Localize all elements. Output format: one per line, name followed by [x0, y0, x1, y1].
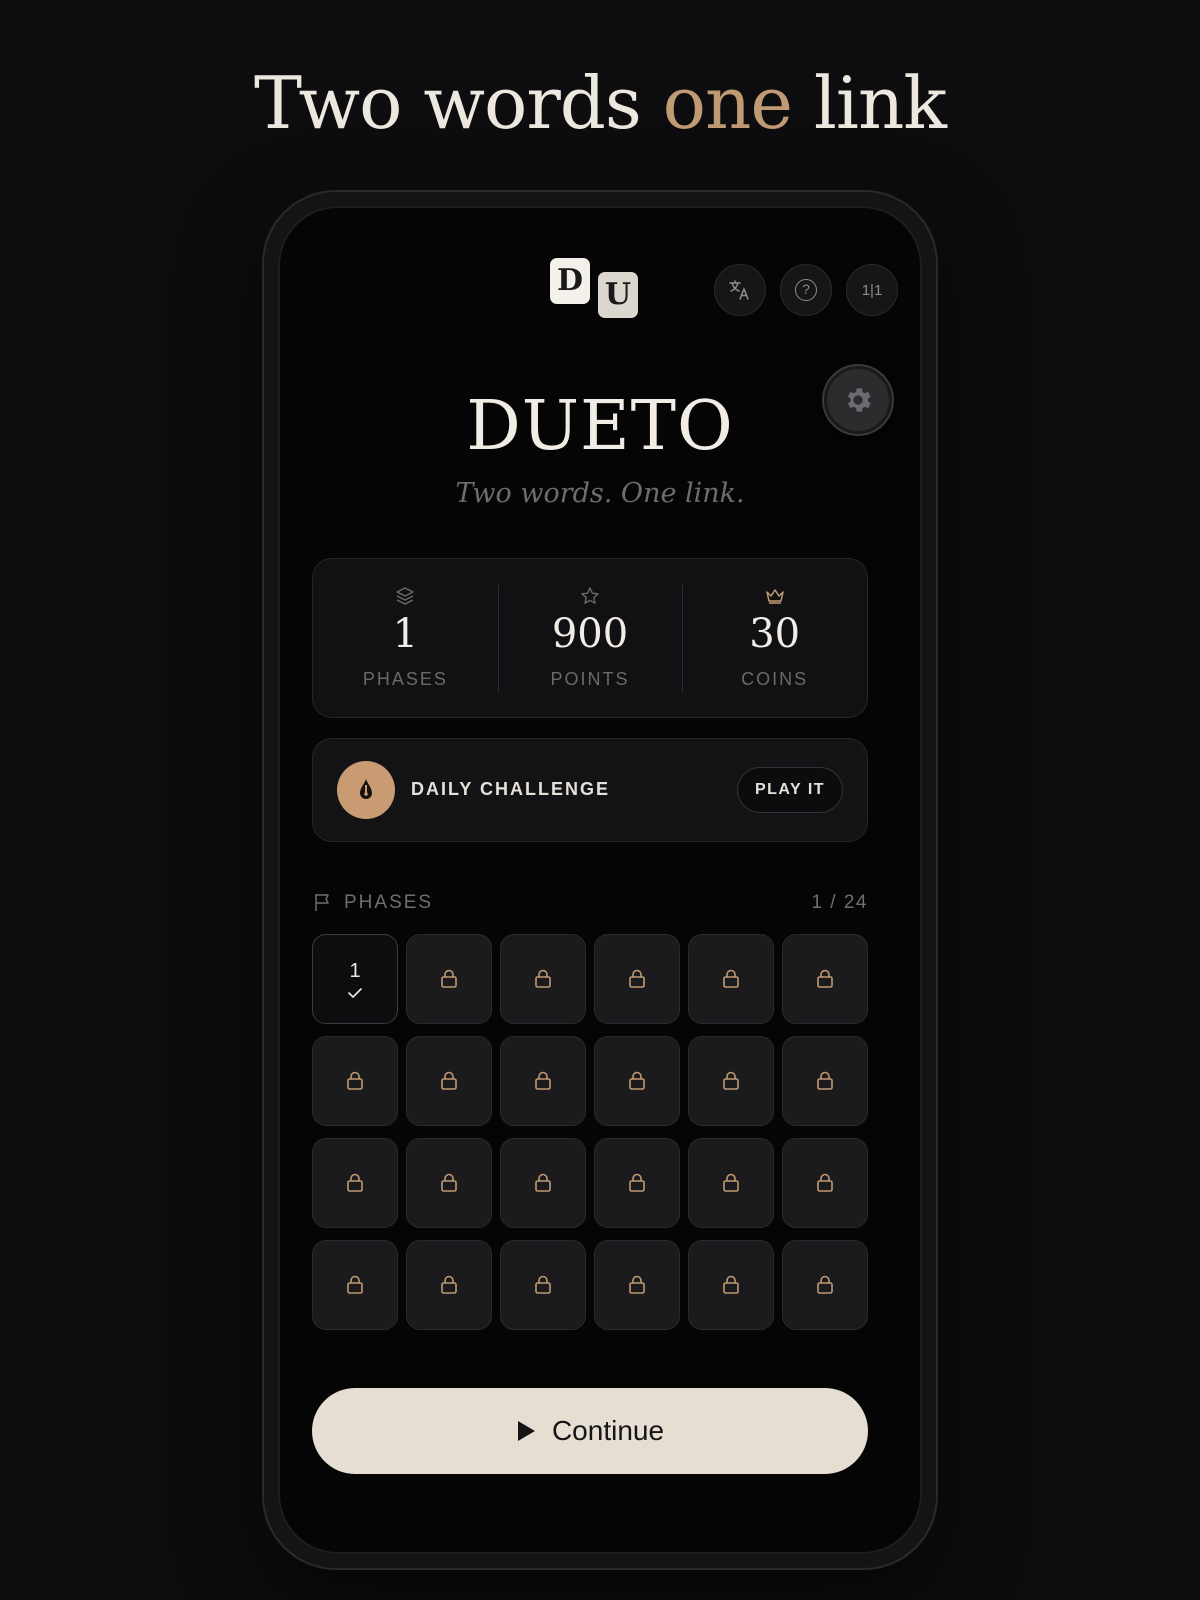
stats-card: 1 PHASES 900 POINTS 30 COINS	[312, 558, 868, 718]
phase-cell-locked[interactable]	[782, 1138, 868, 1228]
lock-icon	[535, 1071, 551, 1090]
lock-icon	[629, 1071, 645, 1090]
lock-icon	[723, 1071, 739, 1090]
phases-count: 1 / 24	[811, 892, 868, 913]
lock-icon	[817, 1275, 833, 1294]
daily-challenge-label: DAILY CHALLENGE	[411, 779, 611, 799]
stat-label: PHASES	[362, 669, 448, 689]
daily-challenge-card[interactable]: DAILY CHALLENGE PLAY IT	[312, 738, 868, 842]
compare-label: 1|1	[861, 281, 883, 299]
lock-icon	[347, 1173, 363, 1192]
stat-value: 1	[392, 611, 419, 657]
translate-icon	[729, 280, 749, 300]
help-button[interactable]: ?	[780, 264, 832, 316]
lock-icon	[535, 1173, 551, 1192]
lock-icon	[347, 1275, 363, 1294]
phase-cell-locked[interactable]	[406, 1138, 492, 1228]
lock-icon	[535, 1275, 551, 1294]
lock-icon	[629, 1275, 645, 1294]
lock-icon	[817, 1071, 833, 1090]
phone-screen: D U ? 1|1 DUETO Two words. One link. 1 P…	[278, 206, 922, 1554]
phase-cell-locked[interactable]	[688, 1240, 774, 1330]
continue-button[interactable]: Continue	[312, 1388, 868, 1474]
language-button[interactable]	[714, 264, 766, 316]
compare-button[interactable]: 1|1	[846, 264, 898, 316]
phase-cell-locked[interactable]	[782, 1240, 868, 1330]
lock-icon	[723, 969, 739, 988]
app-screen: D U ? 1|1 DUETO Two words. One link. 1 P…	[296, 212, 904, 1548]
stat-phases: 1 PHASES	[313, 559, 498, 717]
help-icon: ?	[795, 279, 817, 301]
app-logo: D U	[550, 258, 642, 320]
phases-grid: 1	[312, 934, 868, 1330]
phase-cell-locked[interactable]	[500, 934, 586, 1024]
phase-cell-locked[interactable]	[406, 1036, 492, 1126]
phase-cell-completed[interactable]: 1	[312, 934, 398, 1024]
lock-icon	[347, 1071, 363, 1090]
play-icon	[517, 1421, 535, 1441]
continue-label: Continue	[551, 1415, 665, 1446]
phase-cell-locked[interactable]	[688, 1138, 774, 1228]
stat-label: POINTS	[550, 669, 630, 689]
star-icon	[581, 587, 599, 604]
phase-cell-locked[interactable]	[594, 1036, 680, 1126]
phase-cell-locked[interactable]	[688, 934, 774, 1024]
stat-coins: 30 COINS	[682, 559, 867, 717]
headline-accent: one	[662, 61, 793, 145]
flag-icon	[315, 894, 329, 911]
app-title: DUETO	[466, 387, 734, 466]
headline-part2: link	[792, 61, 947, 145]
phase-cell-locked[interactable]	[688, 1036, 774, 1126]
stat-value: 30	[749, 611, 801, 657]
lock-icon	[817, 969, 833, 988]
logo-tile-d: D	[550, 258, 590, 304]
phase-cell-locked[interactable]	[594, 1240, 680, 1330]
phase-number: 1	[349, 960, 361, 982]
check-icon	[348, 988, 362, 998]
phases-label: PHASES	[344, 892, 434, 913]
lock-icon	[441, 1071, 457, 1090]
crown-icon	[765, 589, 784, 604]
phone-frame: D U ? 1|1 DUETO Two words. One link. 1 P…	[262, 190, 938, 1570]
headline-part1: Two words	[254, 61, 663, 145]
layers-icon	[396, 587, 415, 605]
phase-cell-locked[interactable]	[500, 1036, 586, 1126]
pen-nib-icon	[360, 779, 372, 799]
lock-icon	[629, 1173, 645, 1192]
lock-icon	[441, 1275, 457, 1294]
lock-icon	[723, 1275, 739, 1294]
marketing-headline: Two words one link	[0, 58, 1200, 148]
play-it-button[interactable]: PLAY IT	[737, 767, 843, 813]
phase-cell-locked[interactable]	[312, 1240, 398, 1330]
phase-cell-locked[interactable]	[594, 1138, 680, 1228]
lock-icon	[629, 969, 645, 988]
lock-icon	[441, 969, 457, 988]
phase-cell-locked[interactable]	[312, 1138, 398, 1228]
phase-cell-locked[interactable]	[500, 1138, 586, 1228]
app-subtitle: Two words. One link.	[455, 478, 745, 509]
phase-cell-locked[interactable]	[782, 1036, 868, 1126]
stat-points: 900 POINTS	[497, 559, 683, 717]
stat-value: 900	[551, 611, 629, 657]
lock-icon	[723, 1173, 739, 1192]
logo-tile-u: U	[598, 272, 638, 318]
phase-cell-locked[interactable]	[782, 934, 868, 1024]
phase-cell-locked[interactable]	[500, 1240, 586, 1330]
phase-cell-locked[interactable]	[594, 934, 680, 1024]
lock-icon	[535, 969, 551, 988]
phases-header: PHASES 1 / 24	[312, 888, 868, 918]
lock-icon	[441, 1173, 457, 1192]
lock-icon	[817, 1173, 833, 1192]
stat-label: COINS	[741, 669, 809, 689]
phase-cell-locked[interactable]	[312, 1036, 398, 1126]
phase-cell-locked[interactable]	[406, 934, 492, 1024]
daily-challenge-badge	[337, 761, 395, 819]
phase-cell-locked[interactable]	[406, 1240, 492, 1330]
